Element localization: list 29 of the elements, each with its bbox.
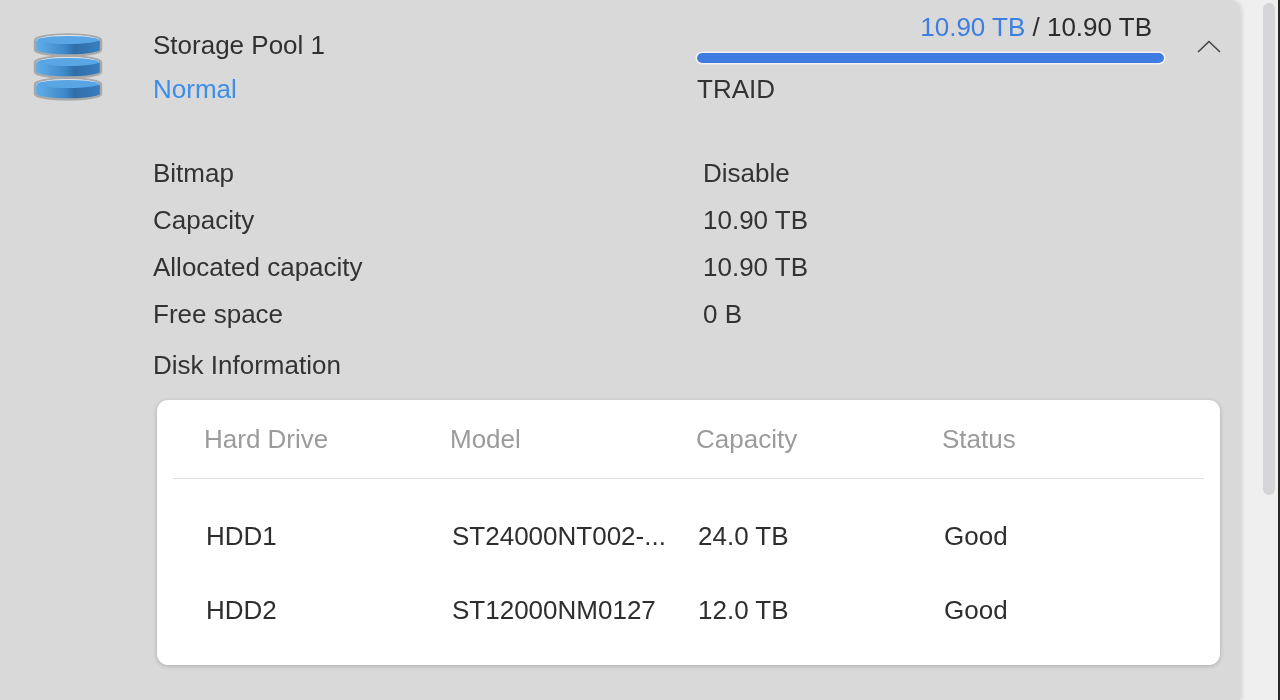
column-header: Hard Drive — [204, 424, 330, 454]
scrollbar-thumb[interactable] — [1263, 3, 1275, 495]
pool-name: Storage Pool 1 — [153, 32, 326, 58]
raid-type: TRAID — [697, 76, 776, 102]
table-cell-text: ST12000NM0127 — [452, 595, 657, 625]
column-header: Status — [942, 424, 1017, 454]
pool-status: Normal — [153, 76, 238, 102]
table-cell-text: 12.0 TB — [698, 595, 790, 625]
table-cell-text: ST24000NT002-... — [452, 521, 667, 551]
column-header: Capacity — [696, 424, 799, 454]
table-cell-text: Good — [944, 521, 1009, 551]
detail-label: Bitmap — [153, 157, 235, 190]
table-cell-text: HDD2 — [206, 595, 278, 625]
collapse-button[interactable] — [1197, 40, 1221, 53]
table-cell-text: 24.0 TB — [698, 521, 790, 551]
table-cell-text: HDD1 — [206, 521, 278, 551]
detail-label: Allocated capacity — [153, 251, 364, 284]
detail-value: 10.90 TB — [703, 204, 809, 237]
detail-value: 10.90 TB — [703, 251, 809, 284]
database-icon — [32, 32, 104, 102]
table-cell-text: Good — [944, 595, 1009, 625]
usage-text: 10.90 TB / 10.90 TB — [919, 14, 1153, 40]
section-title: Disk Information — [153, 349, 342, 382]
detail-value: 0 B — [703, 298, 744, 331]
chevron-up-icon — [1197, 40, 1221, 53]
detail-label: Free space — [153, 298, 285, 331]
column-header: Model — [450, 424, 522, 454]
detail-value: Disable — [703, 157, 791, 190]
detail-label: Capacity — [153, 204, 256, 237]
